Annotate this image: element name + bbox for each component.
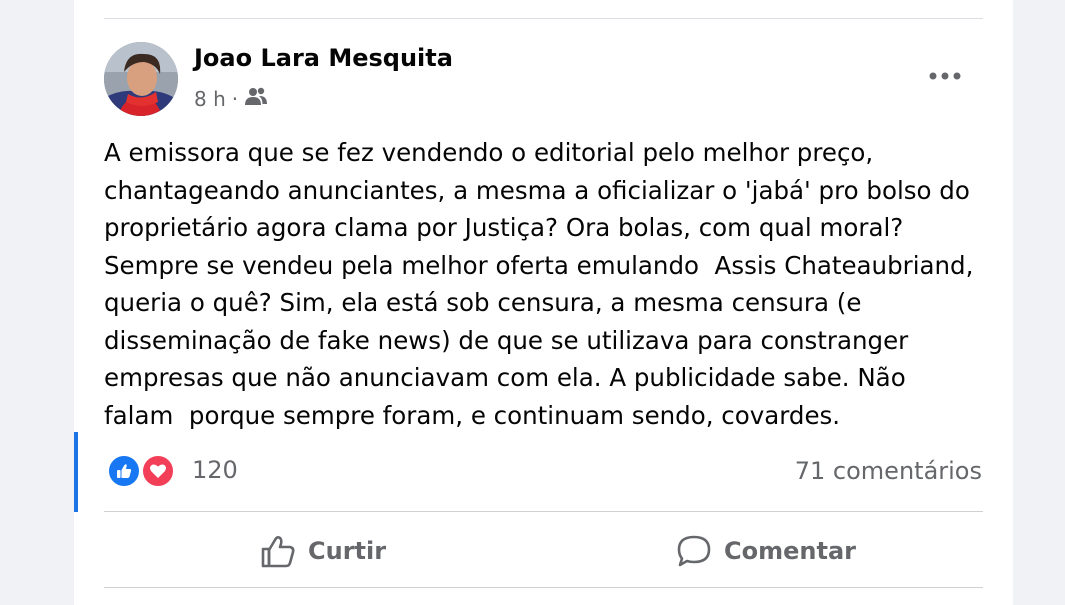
post-time[interactable]: 8 h bbox=[194, 87, 226, 111]
avatar[interactable] bbox=[104, 42, 178, 116]
friends-icon[interactable] bbox=[244, 86, 268, 111]
actions-divider-bottom bbox=[104, 587, 983, 588]
focus-accent-bar bbox=[74, 432, 78, 512]
post-text-line: falam porque sempre foram, e continuam s… bbox=[104, 400, 841, 430]
comment-icon bbox=[677, 535, 711, 567]
reaction-count: 120 bbox=[192, 456, 238, 484]
top-divider bbox=[104, 18, 983, 19]
like-button[interactable]: Curtir bbox=[260, 530, 386, 572]
post-text-line: A emissora que se fez vendendo o editori… bbox=[104, 138, 874, 167]
post-card: Joao Lara Mesquita 8 h · A emissora que … bbox=[74, 0, 1013, 605]
more-horizontal-icon bbox=[929, 72, 961, 80]
post-text-line: chantageando anunciantes, a mesma a ofic… bbox=[104, 175, 970, 205]
thumbs-up-icon bbox=[261, 536, 295, 568]
more-options-button[interactable] bbox=[925, 58, 965, 94]
love-icon bbox=[140, 453, 176, 489]
post-text-line: disseminação de fake news) de que se uti… bbox=[104, 325, 909, 355]
post-text: A emissora que se fez vendendo o editori… bbox=[104, 134, 984, 434]
comments-count-link[interactable]: 71 comentários bbox=[795, 457, 982, 485]
like-icon bbox=[106, 453, 142, 489]
post-meta: 8 h · bbox=[194, 86, 268, 111]
post-text-line: queria o quê? Sim, ela está sob censura,… bbox=[104, 288, 862, 317]
post-text-line: empresas que não anunciavam com ela. A p… bbox=[104, 363, 906, 392]
reactions-summary[interactable]: 120 bbox=[106, 451, 238, 489]
actions-divider-top bbox=[104, 511, 983, 512]
post-text-line: proprietário agora clama por Justiça? Or… bbox=[104, 213, 904, 242]
comment-button[interactable]: Comentar bbox=[676, 530, 856, 572]
reaction-icons bbox=[106, 451, 178, 489]
meta-separator: · bbox=[231, 86, 239, 111]
avatar-image bbox=[104, 42, 178, 116]
like-label: Curtir bbox=[308, 537, 387, 565]
post-text-line: Sempre se vendeu pela melhor oferta emul… bbox=[104, 250, 974, 280]
comment-label: Comentar bbox=[724, 537, 856, 565]
author-name[interactable]: Joao Lara Mesquita bbox=[194, 44, 453, 72]
